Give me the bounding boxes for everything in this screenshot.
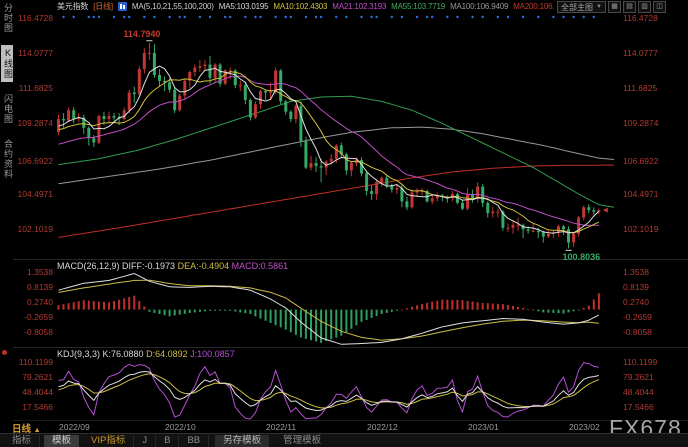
price-axis-label: 116.4728 bbox=[623, 12, 658, 23]
toolbar-indicators[interactable]: 指标 bbox=[4, 435, 41, 447]
date-axis-label: 2022/11 bbox=[266, 422, 297, 432]
price-axis-label: 111.6825 bbox=[18, 82, 53, 93]
date-axis-label: 2023/01 bbox=[468, 422, 499, 432]
kdj-axis-label: 110.1199 bbox=[623, 356, 658, 367]
macd-pane-header: MACD(26,12,9) DIFF:-0.1973 DEA:-0.4904 M… bbox=[57, 261, 288, 271]
dea-line bbox=[58, 279, 599, 341]
macd-axis-label: 0.8139 bbox=[623, 281, 649, 292]
ma21-line bbox=[58, 75, 599, 226]
macd-dea-value: DEA:-0.4904 bbox=[177, 261, 230, 271]
toolbar-b[interactable]: B bbox=[156, 435, 180, 447]
toolbar-bb[interactable]: BB bbox=[179, 435, 210, 447]
ma200-line bbox=[58, 164, 615, 238]
kdj-j-value: J:100.0857 bbox=[190, 349, 235, 359]
price-axis-label: 102.1019 bbox=[17, 223, 53, 234]
price-axis-label: 102.1019 bbox=[623, 223, 659, 234]
macd-axis-label: -0.2659 bbox=[623, 311, 652, 322]
kdj-axis-label: 17.5466 bbox=[623, 401, 654, 412]
price-axis-label: 109.2874 bbox=[623, 118, 659, 129]
chart-canvas[interactable] bbox=[0, 0, 688, 447]
date-axis-label: 2023/02 bbox=[569, 422, 600, 432]
macd-name: MACD(26,12,9) bbox=[57, 261, 120, 271]
kdj-k-value: K:76.0880 bbox=[102, 349, 144, 359]
d-line bbox=[58, 373, 600, 409]
macd-macd-value: MACD:0.5861 bbox=[231, 261, 289, 271]
candlestick-layer bbox=[57, 42, 601, 249]
toolbar-save-template[interactable]: 另存模板 bbox=[215, 435, 270, 447]
kdj-pane-header: KDJ(9,3,3) K:76.0880 D:64.0892 J:100.085… bbox=[57, 349, 235, 359]
toolbar-template[interactable]: 模板 bbox=[44, 435, 80, 447]
last-price-marker bbox=[602, 207, 608, 213]
macd-axis-label: -0.8058 bbox=[623, 326, 652, 337]
price-axis-label: 109.2874 bbox=[17, 118, 53, 129]
kdj-axis-label: 110.1199 bbox=[18, 356, 53, 367]
date-axis-label: 2022/09 bbox=[59, 422, 90, 432]
price-axis-label: 106.6922 bbox=[17, 156, 53, 167]
kdj-axis-label: 48.4044 bbox=[22, 386, 53, 397]
macd-axis-label: 0.8139 bbox=[27, 281, 53, 292]
price-axis-label: 111.6825 bbox=[623, 82, 658, 93]
j-line bbox=[58, 362, 599, 420]
macd-axis-label: -0.2659 bbox=[24, 311, 53, 322]
news-event-dots bbox=[62, 15, 595, 19]
macd-axis-label: -0.8058 bbox=[24, 326, 53, 337]
low-price-annotation: 100.8036 bbox=[562, 252, 601, 263]
date-axis-label: 2022/10 bbox=[165, 422, 196, 432]
macd-axis-label: 0.2740 bbox=[623, 296, 649, 307]
bottom-toolbar: 指标 模板 VIP指标 J B BB 另存模板 管理模板 bbox=[0, 433, 688, 447]
high-price-annotation: 114.7940 bbox=[123, 28, 161, 39]
macd-histogram bbox=[57, 293, 600, 343]
price-axis-label: 104.4971 bbox=[623, 188, 659, 199]
kdj-axis-label: 17.5466 bbox=[22, 401, 53, 412]
toolbar-manage-template[interactable]: 管理模板 bbox=[275, 435, 329, 447]
price-axis-label: 114.0777 bbox=[623, 47, 658, 58]
kdj-settings-dot[interactable] bbox=[2, 350, 7, 355]
kdj-name: KDJ(9,3,3) bbox=[57, 349, 101, 359]
app-window: 美元指数 [日线] MA(5,10,21,55,100,200) MA5:103… bbox=[0, 0, 688, 447]
macd-axis-label: 0.2740 bbox=[27, 296, 53, 307]
kdj-d-value: D:64.0892 bbox=[146, 349, 188, 359]
macd-axis-label: 1.3538 bbox=[623, 266, 649, 277]
kdj-axis-label: 79.2621 bbox=[623, 371, 654, 382]
macd-diff-value: DIFF:-0.1973 bbox=[122, 261, 176, 271]
kdj-axis-label: 79.2621 bbox=[22, 371, 53, 382]
price-axis-label: 116.4728 bbox=[18, 12, 53, 23]
kdj-axis-label: 48.4044 bbox=[623, 386, 654, 397]
date-axis-label: 2022/12 bbox=[367, 422, 398, 432]
price-axis-label: 114.0777 bbox=[18, 47, 53, 58]
price-axis-label: 104.4971 bbox=[17, 188, 53, 199]
macd-axis-label: 1.3538 bbox=[27, 266, 53, 277]
toolbar-vip-indicators[interactable]: VIP指标 bbox=[83, 435, 135, 447]
price-axis-label: 106.6922 bbox=[623, 156, 659, 167]
toolbar-j[interactable]: J bbox=[134, 435, 157, 447]
